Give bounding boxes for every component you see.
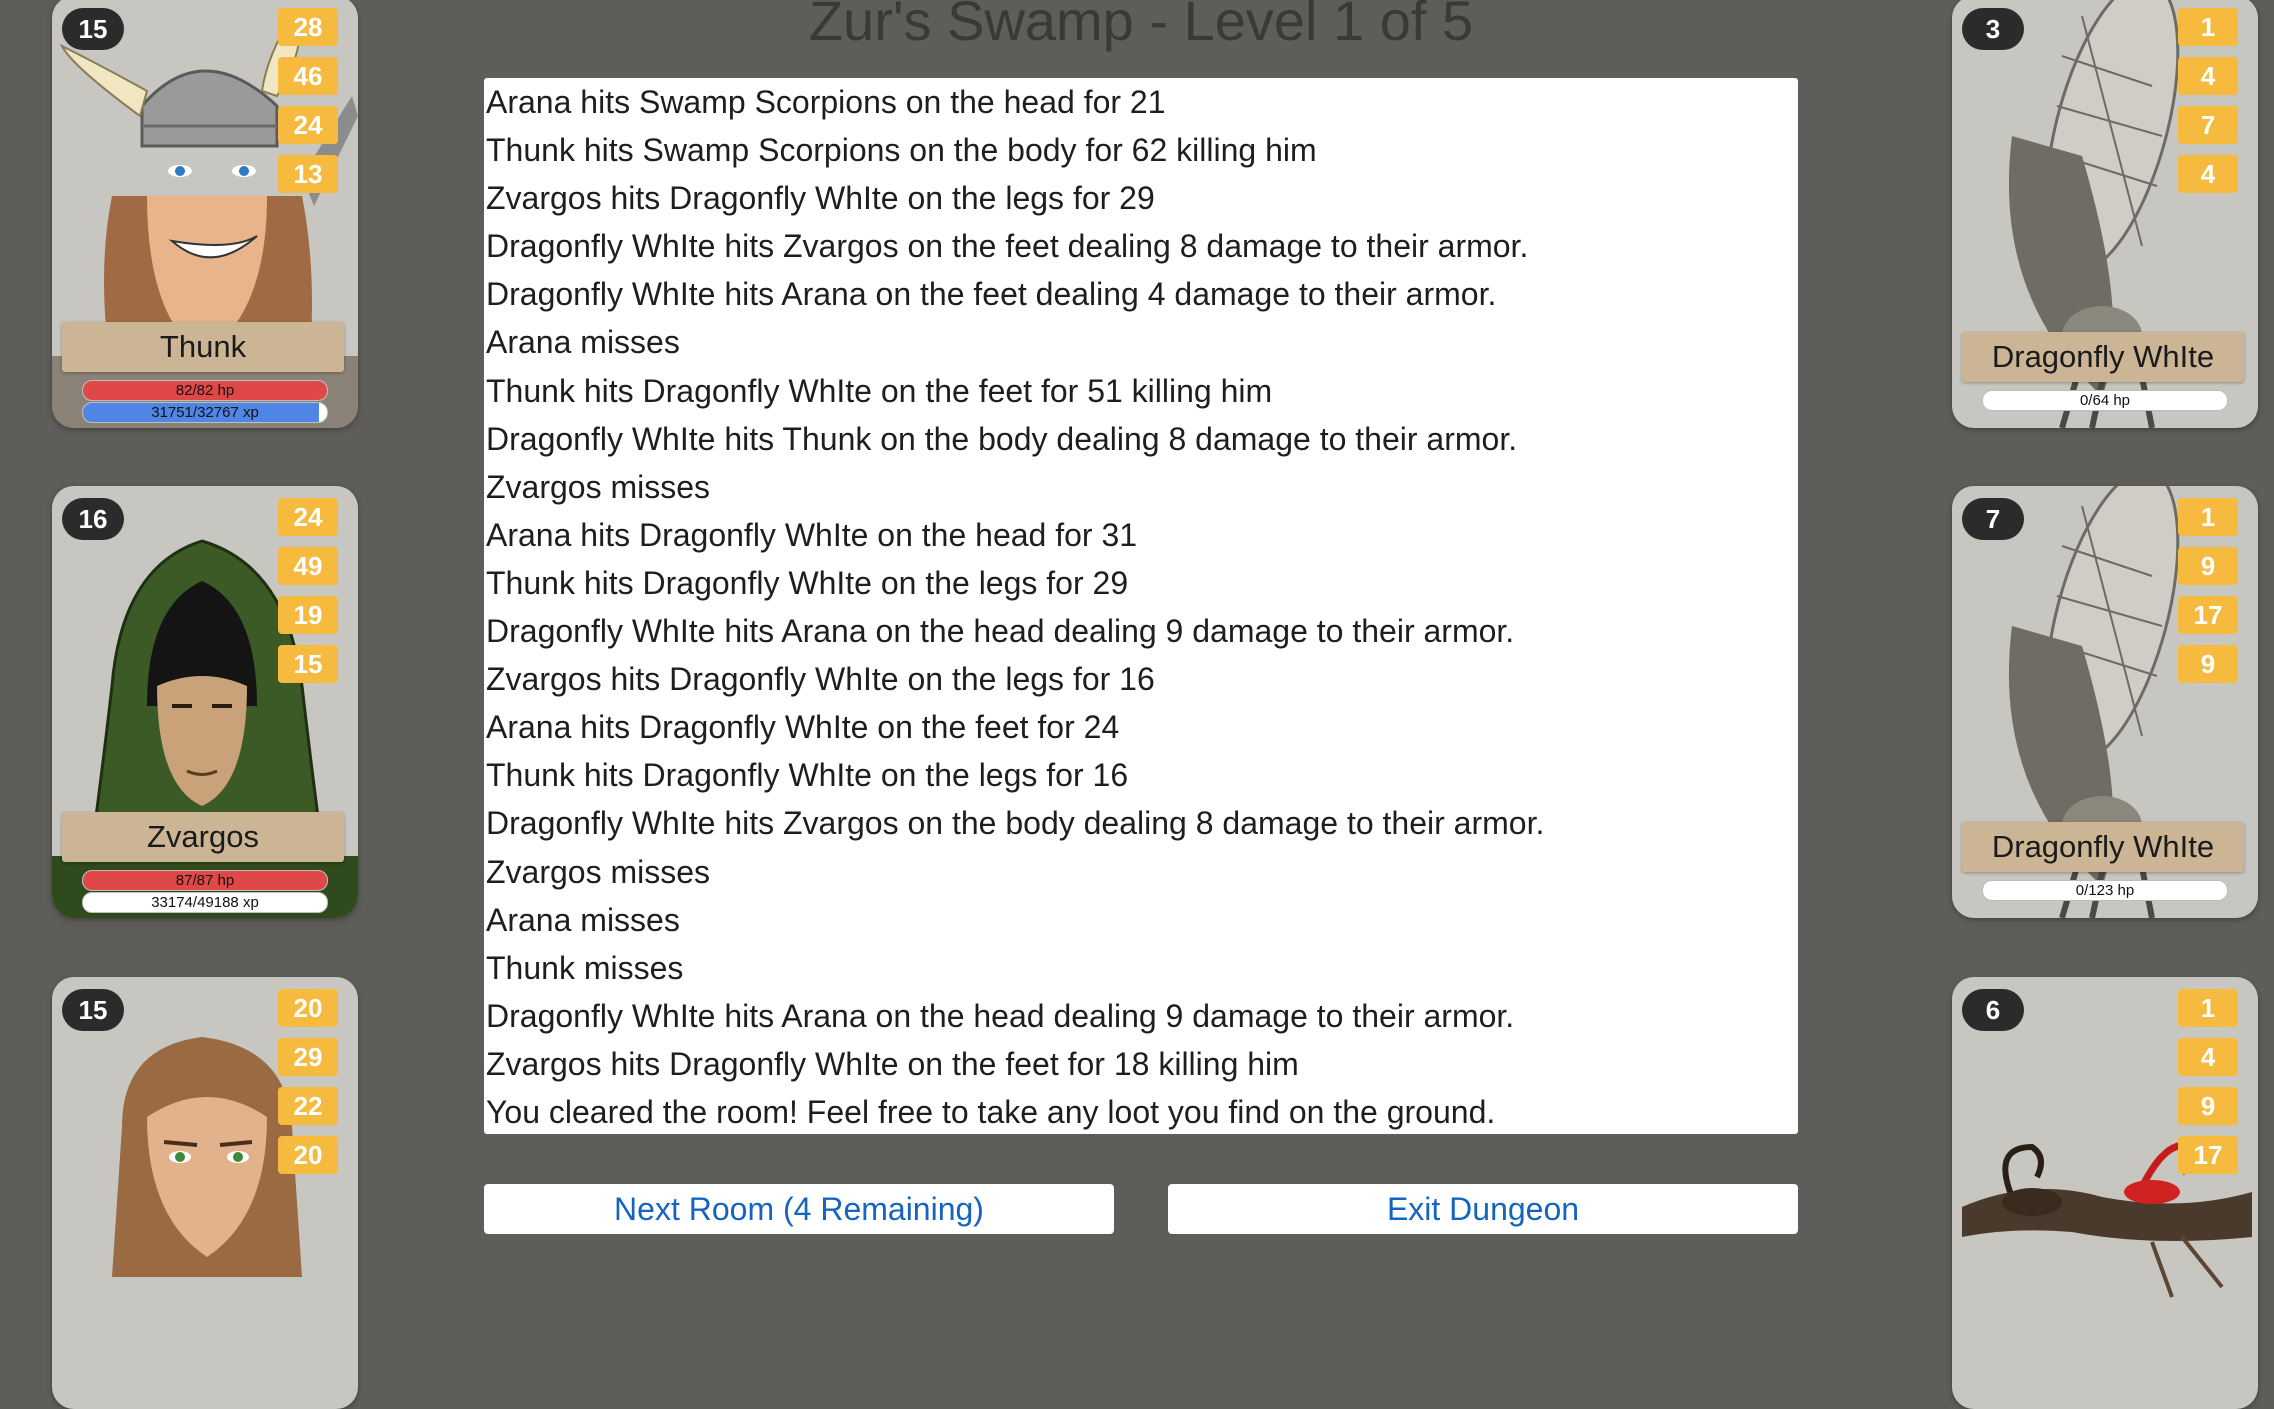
log-line: Arana misses [486,901,680,938]
exit-dungeon-button[interactable]: Exit Dungeon [1168,1184,1798,1234]
character-name: Zvargos [62,812,344,862]
log-line: Dragonfly WhIte hits Zvargos on the body… [486,805,1545,842]
enemy-card-scorpion[interactable]: 6 1 4 9 17 [1952,977,2258,1409]
stat-badge: 1 [2178,989,2238,1027]
stat-badge: 24 [278,498,338,536]
hp-bar: 0/123 hp [1982,880,2228,901]
log-line: Dragonfly WhIte hits Zvargos on the feet… [486,228,1529,265]
stat-badge: 24 [278,106,338,144]
party-card-zvargos[interactable]: 16 24 49 19 15 Zvargos 87/87 hp 33174/49… [52,486,358,918]
stat-badge: 19 [278,596,338,634]
enemy-name: Dragonfly WhIte [1962,822,2244,872]
log-line: Thunk hits Dragonfly WhIte on the feet f… [486,372,1273,409]
stat-badge: 9 [2178,1087,2238,1125]
stat-list: 1 4 9 17 [2178,989,2238,1185]
stat-badge: 7 [2178,106,2238,144]
level-badge: 6 [1962,989,2024,1031]
hp-text: 0/64 hp [2079,392,2131,409]
log-line: Dragonfly WhIte hits Arana on the head d… [486,613,1515,650]
stat-badge: 20 [278,989,338,1027]
xp-text: 33174/49188 xp [151,894,259,911]
enemy-card-dragonfly-1[interactable]: 3 1 4 7 4 Dragonfly WhIte 0/64 hp [1952,0,2258,428]
stat-list: 28 46 24 13 [278,8,338,204]
hp-text: 82/82 hp [175,382,235,399]
enemy-name: Dragonfly WhIte [1962,332,2244,382]
log-line: Zvargos misses [486,853,711,890]
hp-text: 87/87 hp [175,872,235,889]
log-line: Thunk hits Swamp Scorpions on the body f… [486,132,1317,169]
next-room-button[interactable]: Next Room (4 Remaining) [484,1184,1114,1234]
stat-badge: 46 [278,57,338,95]
stat-badge: 28 [278,8,338,46]
xp-bar: 33174/49188 xp [82,892,328,913]
stat-list: 1 4 7 4 [2178,8,2238,204]
stat-badge: 9 [2178,547,2238,585]
log-line: Zvargos hits Dragonfly WhIte on the legs… [486,661,1155,698]
stat-badge: 4 [2178,155,2238,193]
level-badge: 16 [62,498,124,540]
stat-badge: 22 [278,1087,338,1125]
log-line: Zvargos misses [486,468,711,505]
xp-bar: 31751/32767 xp [82,402,328,423]
log-line: Arana hits Dragonfly WhIte on the feet f… [486,709,1120,746]
hp-bar: 82/82 hp [82,380,328,401]
log-line: Thunk hits Dragonfly WhIte on the legs f… [486,564,1129,601]
combat-log[interactable]: Arana hits Swamp Scorpions on the head f… [484,78,1798,1134]
log-line: Arana misses [486,324,680,361]
hp-bar: 87/87 hp [82,870,328,891]
stat-badge: 1 [2178,8,2238,46]
level-badge: 15 [62,8,124,50]
log-line: Dragonfly WhIte hits Arana on the head d… [486,997,1515,1034]
party-card-3[interactable]: 15 20 29 22 20 [52,977,358,1409]
stat-badge: 49 [278,547,338,585]
log-line: You cleared the room! Feel free to take … [486,1093,1496,1130]
log-line: Zvargos hits Dragonfly WhIte on the legs… [486,180,1155,217]
stat-badge: 9 [2178,645,2238,683]
stat-list: 24 49 19 15 [278,498,338,694]
stat-list: 1 9 17 9 [2178,498,2238,694]
log-line: Dragonfly WhIte hits Thunk on the body d… [486,420,1518,457]
dungeon-title: Zur's Swamp - Level 1 of 5 [808,0,1474,52]
log-line: Arana hits Dragonfly WhIte on the head f… [486,516,1138,553]
stat-badge: 17 [2178,596,2238,634]
stat-list: 20 29 22 20 [278,989,338,1185]
stat-badge: 15 [278,645,338,683]
hp-text: 0/123 hp [2075,882,2135,899]
stat-badge: 17 [2178,1136,2238,1174]
level-badge: 3 [1962,8,2024,50]
party-card-thunk[interactable]: 15 28 46 24 13 Thunk 82/82 hp 31751/3276… [52,0,358,428]
stat-badge: 13 [278,155,338,193]
level-badge: 15 [62,989,124,1031]
hp-bar: 0/64 hp [1982,390,2228,411]
log-line: Thunk misses [486,949,684,986]
stat-badge: 29 [278,1038,338,1076]
xp-text: 31751/32767 xp [151,404,259,421]
character-name: Thunk [62,322,344,372]
stat-badge: 1 [2178,498,2238,536]
log-line: Thunk hits Dragonfly WhIte on the legs f… [486,757,1129,794]
stat-badge: 20 [278,1136,338,1174]
log-line: Dragonfly WhIte hits Arana on the feet d… [486,276,1497,313]
stat-badge: 4 [2178,1038,2238,1076]
enemy-card-dragonfly-2[interactable]: 7 1 9 17 9 Dragonfly WhIte 0/123 hp [1952,486,2258,918]
log-line: Arana hits Swamp Scorpions on the head f… [486,84,1166,120]
level-badge: 7 [1962,498,2024,540]
stat-badge: 4 [2178,57,2238,95]
log-line: Zvargos hits Dragonfly WhIte on the feet… [486,1045,1299,1082]
